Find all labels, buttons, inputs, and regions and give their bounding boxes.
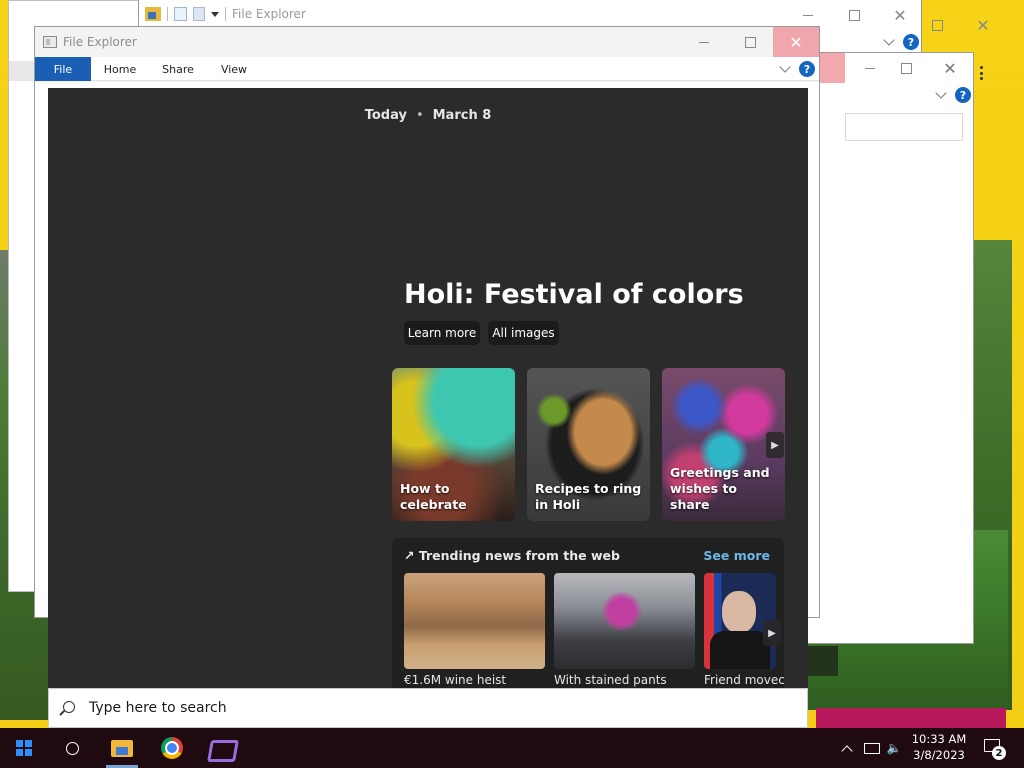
highlight-card[interactable]: Recipes to ring in Holi	[527, 368, 650, 521]
search-icon[interactable]	[48, 728, 96, 768]
next-arrow-icon[interactable]: ▶	[763, 620, 781, 646]
date-label: March 8	[432, 108, 492, 123]
properties-icon[interactable]	[174, 7, 187, 21]
address-bar[interactable]	[845, 113, 963, 141]
quick-access-toolbar: File Explorer	[145, 7, 306, 21]
tab-home[interactable]: Home	[97, 57, 143, 81]
separator	[225, 7, 226, 21]
wallpaper-pink-strip	[816, 708, 1006, 728]
news-title[interactable]: With stained pants	[554, 673, 667, 687]
trending-title[interactable]: ↗ Trending news from the web	[404, 548, 620, 563]
customize-dropdown-icon[interactable]	[211, 11, 219, 17]
start-button[interactable]	[0, 728, 48, 768]
news-title[interactable]: Friend movec	[704, 673, 784, 687]
help-icon[interactable]: ?	[799, 61, 815, 77]
news-photo-suit	[710, 631, 770, 669]
taskbar: 🔈 10:33 AM 3/8/2023 2	[0, 728, 1024, 768]
help-icon[interactable]: ?	[955, 87, 971, 103]
window-title: File Explorer	[63, 35, 137, 49]
see-more-link[interactable]: See more	[703, 548, 770, 563]
learn-more-button[interactable]: Learn more	[404, 321, 480, 345]
news-title[interactable]: €1.6M wine heist	[404, 673, 506, 687]
network-icon[interactable]	[862, 728, 882, 768]
action-center-button[interactable]: 2	[980, 736, 1006, 760]
highlight-headline[interactable]: Holi: Festival of colors	[404, 279, 744, 310]
new-folder-icon[interactable]	[193, 7, 205, 21]
taskbar-search-box[interactable]: Type here to search	[48, 688, 808, 728]
search-input[interactable]: Type here to search	[89, 700, 227, 716]
date-header: Today • March 8	[48, 108, 808, 123]
close-button-behind[interactable]: ✕	[960, 10, 1006, 40]
expand-ribbon-icon[interactable]	[779, 61, 791, 73]
clock-time: 10:33 AM	[911, 732, 967, 746]
separator	[167, 7, 168, 21]
search-icon	[63, 701, 75, 713]
file-explorer-icon	[43, 36, 57, 48]
visual-studio-icon	[209, 737, 231, 759]
all-images-button[interactable]: All images	[488, 321, 559, 345]
highlight-card[interactable]: How to celebrate	[392, 368, 515, 521]
card-label: Greetings and wishes to share	[670, 465, 770, 512]
card-label: How to celebrate	[400, 481, 467, 512]
card-label: Recipes to ring in Holi	[535, 481, 642, 512]
window-title: File Explorer	[232, 7, 306, 21]
search-highlights-panel: Today • March 8 Holi: Festival of colors L…	[48, 88, 808, 688]
today-label: Today	[364, 108, 407, 123]
wallpaper-block	[808, 646, 838, 676]
trending-news-panel: ↗ Trending news from the web See more ▶ …	[392, 538, 784, 688]
clock[interactable]: 10:33 AM 3/8/2023	[908, 731, 970, 763]
maximize-button[interactable]	[831, 0, 877, 30]
file-explorer-icon	[111, 739, 133, 757]
maximize-button[interactable]	[727, 27, 773, 57]
clock-date: 3/8/2023	[913, 748, 965, 762]
expand-ribbon-icon[interactable]	[935, 87, 947, 99]
trending-label: Trending news from the web	[418, 548, 620, 563]
notification-count: 2	[992, 746, 1006, 760]
news-photo-face	[722, 591, 756, 633]
expand-ribbon-icon[interactable]	[883, 34, 895, 46]
chrome-taskbar-button[interactable]	[148, 728, 196, 768]
file-explorer-window-right[interactable]: ✕ ?	[800, 52, 974, 644]
close-button[interactable]: ✕	[927, 53, 973, 83]
tab-file[interactable]: File	[35, 57, 91, 81]
show-hidden-icons-icon[interactable]	[838, 728, 856, 768]
ribbon-tabs: File Home Share View ?	[35, 57, 819, 81]
close-button[interactable]: ✕	[773, 27, 819, 57]
next-arrow-icon[interactable]: ▶	[766, 432, 784, 458]
news-thumbnail[interactable]	[554, 573, 695, 669]
trending-arrow-icon: ↗	[404, 548, 419, 563]
volume-icon[interactable]: 🔈	[884, 728, 904, 768]
tab-share[interactable]: Share	[157, 57, 199, 81]
chrome-icon	[161, 737, 183, 759]
maximize-button-behind[interactable]	[914, 10, 960, 40]
visual-studio-taskbar-button[interactable]	[196, 728, 244, 768]
more-options-icon[interactable]	[980, 66, 984, 80]
minimize-button[interactable]	[681, 27, 727, 57]
windows-logo-icon	[16, 740, 32, 756]
tab-view[interactable]: View	[215, 57, 253, 81]
news-thumbnail[interactable]	[404, 573, 545, 669]
folder-icon[interactable]	[145, 7, 161, 21]
maximize-button[interactable]	[883, 53, 929, 83]
window-toolbar-strip	[9, 61, 37, 81]
separator-dot: •	[415, 108, 424, 123]
file-explorer-taskbar-button[interactable]	[98, 728, 146, 768]
